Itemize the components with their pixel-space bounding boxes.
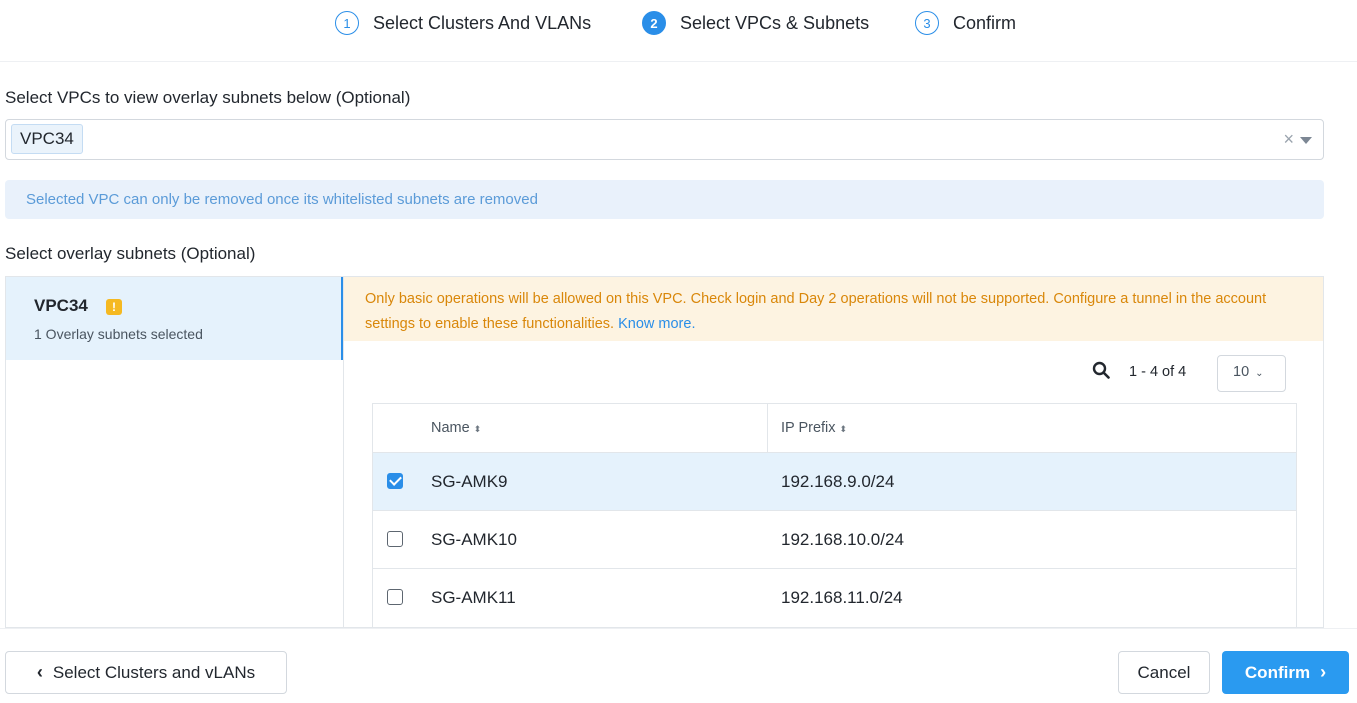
step-label-3: Confirm: [953, 12, 1017, 33]
pagination-info: 1 - 4 of 4: [1129, 364, 1187, 380]
vpc-multiselect[interactable]: VPC34 ×: [5, 119, 1324, 160]
info-banner: Selected VPC can only be removed once it…: [5, 180, 1324, 219]
back-button-label: Select Clusters and vLANs: [52, 662, 256, 682]
table-row[interactable]: SG-AMK10 192.168.10.0/24: [373, 510, 1296, 568]
subnets-section-label: Select overlay subnets (Optional): [5, 244, 256, 263]
page-size-select[interactable]: 10 ⌄: [1217, 355, 1286, 392]
step-select-vpcs[interactable]: 2 Select VPCs & Subnets: [642, 10, 869, 36]
warning-banner: Only basic operations will be allowed on…: [344, 277, 1323, 341]
row-checkbox[interactable]: [387, 473, 403, 489]
know-more-link[interactable]: Know more.: [618, 316, 695, 332]
chevron-left-icon: ‹: [36, 662, 43, 682]
step-confirm[interactable]: 3 Confirm: [915, 10, 1016, 36]
cancel-button[interactable]: Cancel: [1118, 651, 1210, 694]
confirm-button-label: Confirm: [1244, 662, 1311, 682]
clear-icon[interactable]: ×: [1283, 129, 1294, 149]
chevron-right-icon: ›: [1320, 662, 1327, 682]
wizard-stepper: 1 Select Clusters And VLANs 2 Select VPC…: [0, 0, 1357, 62]
sort-icon: ⬍: [839, 424, 848, 434]
table-row[interactable]: SG-AMK9 192.168.9.0/24: [373, 452, 1296, 510]
warning-banner-text: Only basic operations will be allowed on…: [365, 291, 1267, 332]
column-header-ip-prefix[interactable]: IP Prefix ⬍: [781, 404, 847, 452]
subnet-ip-prefix: 192.168.10.0/24: [781, 530, 904, 549]
subnet-ip-prefix: 192.168.11.0/24: [781, 588, 903, 607]
confirm-button[interactable]: Confirm ›: [1222, 651, 1349, 694]
cancel-button-label: Cancel: [1137, 662, 1191, 682]
vpc-list-panel: VPC34 ! 1 Overlay subnets selected: [5, 276, 343, 628]
warning-icon: !: [106, 299, 122, 315]
subnet-name: SG-AMK10: [431, 530, 517, 549]
page-size-value: 10: [1233, 364, 1250, 380]
subnet-name: SG-AMK11: [431, 588, 516, 607]
column-header-name[interactable]: Name ⬍: [431, 404, 481, 452]
vpc-tag[interactable]: VPC34: [11, 124, 83, 154]
step-number-2: 2: [642, 11, 666, 35]
step-number-3: 3: [915, 11, 939, 35]
subnets-table: Name ⬍ IP Prefix ⬍ SG-AMK9 192.168.9.0/24 …: [372, 403, 1297, 633]
table-row[interactable]: SG-AMK11 192.168.11.0/24: [373, 568, 1296, 626]
step-label-2: Select VPCs & Subnets: [680, 12, 870, 33]
subnet-ip-prefix: 192.168.9.0/24: [781, 472, 895, 491]
step-number-1: 1: [335, 11, 359, 35]
subnet-name: SG-AMK9: [431, 472, 508, 491]
vpc-selection-count: 1 Overlay subnets selected: [34, 326, 203, 342]
chevron-down-icon[interactable]: [1300, 137, 1312, 144]
chevron-down-icon: ⌄: [1255, 368, 1264, 379]
row-checkbox[interactable]: [387, 589, 403, 605]
wizard-footer: ‹ Select Clusters and vLANs Cancel Confi…: [0, 628, 1357, 703]
step-label-1: Select Clusters And VLANs: [373, 12, 592, 33]
step-select-clusters[interactable]: 1 Select Clusters And VLANs: [335, 10, 591, 36]
column-divider: [767, 404, 768, 452]
vpc-select-label: Select VPCs to view overlay subnets belo…: [5, 88, 411, 107]
back-button[interactable]: ‹ Select Clusters and vLANs: [5, 651, 287, 694]
row-checkbox[interactable]: [387, 531, 403, 547]
subnets-panel: Only basic operations will be allowed on…: [343, 276, 1324, 633]
search-icon[interactable]: [1092, 361, 1110, 379]
vpc-list-item[interactable]: VPC34 ! 1 Overlay subnets selected: [6, 277, 343, 360]
vpc-name: VPC34: [34, 296, 88, 315]
sort-icon: ⬍: [473, 424, 482, 434]
